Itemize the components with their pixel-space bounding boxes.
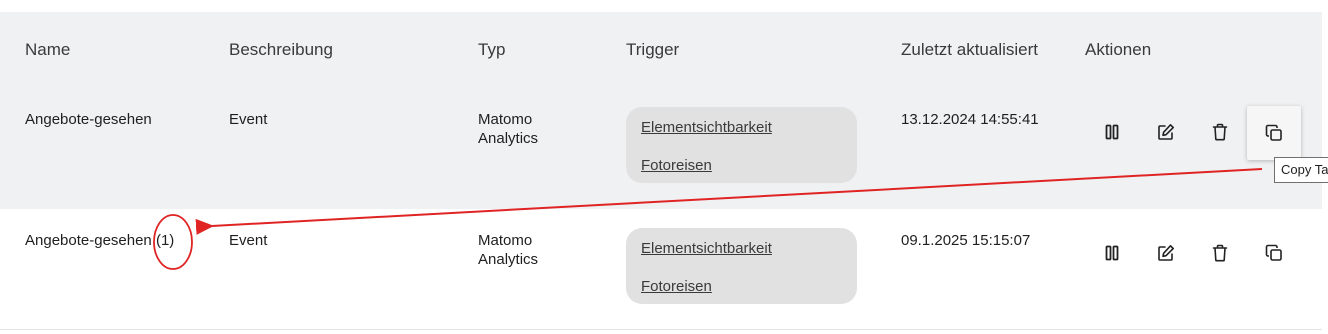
- trigger-list: Elementsichtbarkeit Fotoreisen: [626, 228, 857, 304]
- delete-button[interactable]: [1202, 235, 1238, 271]
- pause-button[interactable]: [1094, 235, 1130, 271]
- pause-icon: [1105, 245, 1119, 261]
- trigger-link[interactable]: Elementsichtbarkeit: [641, 240, 772, 257]
- table-row: Angebote-gesehen (1) Event Matomo Analyt…: [0, 209, 1322, 330]
- copy-icon: [1265, 244, 1282, 261]
- trigger-list: Elementsichtbarkeit Fotoreisen: [626, 107, 857, 183]
- header-description[interactable]: Beschreibung: [229, 40, 333, 60]
- edit-icon: [1158, 124, 1174, 140]
- tag-name[interactable]: Angebote-gesehen (1): [25, 231, 174, 250]
- table-row: Angebote-gesehen Event Matomo Analytics …: [0, 88, 1322, 209]
- delete-button[interactable]: [1202, 114, 1238, 150]
- trigger-link[interactable]: Fotoreisen: [641, 278, 712, 295]
- updated-date: 09.1.2025 15:15:07: [901, 232, 1031, 249]
- top-strip: [0, 0, 1328, 12]
- copy-tooltip: Copy Ta: [1274, 157, 1328, 183]
- tag-name[interactable]: Angebote-gesehen: [25, 110, 152, 129]
- header-actions: Aktionen: [1085, 40, 1152, 59]
- trigger-link[interactable]: Elementsichtbarkeit: [641, 119, 772, 136]
- copy-button[interactable]: [1247, 106, 1301, 160]
- trash-icon: [1212, 123, 1228, 141]
- tag-description: Event: [229, 111, 268, 128]
- edit-button[interactable]: [1148, 114, 1184, 150]
- edit-button[interactable]: [1148, 235, 1184, 271]
- trash-icon: [1212, 244, 1228, 262]
- pause-button[interactable]: [1094, 114, 1130, 150]
- header-updated[interactable]: Zuletzt aktualisiert: [901, 40, 1038, 60]
- header-type[interactable]: Typ: [478, 40, 505, 60]
- trigger-link[interactable]: Fotoreisen: [641, 157, 712, 174]
- copy-button[interactable]: [1256, 235, 1292, 271]
- header-name[interactable]: Name: [25, 40, 70, 60]
- tag-description: Event: [229, 232, 268, 249]
- tag-type: Matomo Analytics: [478, 111, 539, 147]
- pause-icon: [1105, 124, 1119, 140]
- table-header: Name Beschreibung Typ Trigger Zuletzt ak…: [0, 12, 1322, 88]
- edit-icon: [1158, 245, 1174, 261]
- header-trigger[interactable]: Trigger: [626, 40, 679, 60]
- copy-icon: [1265, 124, 1282, 141]
- updated-date: 13.12.2024 14:55:41: [901, 111, 1039, 128]
- tag-type: Matomo Analytics: [478, 232, 539, 268]
